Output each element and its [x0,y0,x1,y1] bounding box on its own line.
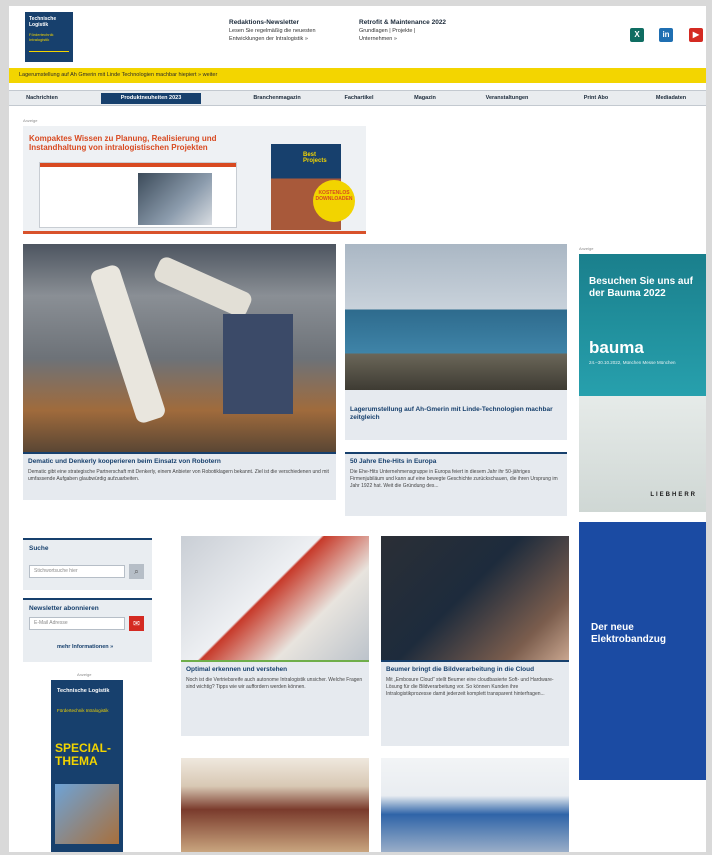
site-logo[interactable]: Technische Logistik Fördertechnik Intral… [25,12,73,62]
tablet-image[interactable] [381,536,569,660]
nav-item-branchenmagazin[interactable]: Branchenmagazin [237,93,317,104]
elektrobandzug-ad-title: Der neue Elektrobandzug [591,622,667,645]
article-headline[interactable]: Lagerumstellung auf Ah-Gmerin mit Linde-… [350,406,562,422]
elektrobandzug-ad[interactable]: Der neue Elektrobandzug [579,522,706,780]
main-nav: Nachrichten Produktneuheiten 2023 Branch… [9,90,706,106]
search-title: Suche [29,545,49,552]
search-input[interactable]: Stichwortsuche hier [29,565,125,578]
bauma-ad[interactable]: Besuchen Sie uns auf der Bauma 2022 baum… [579,254,706,512]
nav-item-print-abo[interactable]: Print Abo [571,93,621,104]
liebherr-logo: LIEBHERR [650,492,697,498]
article-robot-caption: Dematic und Denkerly kooperieren beim Ei… [23,452,336,500]
article-gears[interactable] [381,758,569,852]
nav-item-fachartikel[interactable]: Fachartikel [329,93,389,104]
article-brochure-caption: Optimal erkennen und verstehen Noch ist … [181,660,369,736]
maintenance-teaser-title[interactable]: Retrofit & Maintenance 2022 [359,19,446,27]
nav-item-magazin[interactable]: Magazin [395,93,455,104]
newsletter-teaser-line1: Lesen Sie regelmäßig die neuesten [229,28,316,34]
bauma-ad-title: Besuchen Sie uns auf der Bauma 2022 [589,276,693,299]
article-robot[interactable]: Dematic und Denkerly kooperieren beim Ei… [23,244,336,500]
article-crowd[interactable] [181,758,369,852]
search-widget: Suche Stichwortsuche hier ⌕ [23,538,152,590]
brochure-image[interactable] [181,536,369,660]
article-tablet[interactable]: Beumer bringt die Bildverarbeitung in di… [381,536,569,746]
document-photo [138,173,212,225]
download-burst[interactable]: KOSTENLOS DOWNLOADEN [313,180,355,222]
article-teaser: Noch ist die Vertriebsreife auch autonom… [186,677,363,690]
article-headline[interactable]: Beumer bringt die Bildverarbeitung in di… [386,666,564,674]
document-header-bar [40,163,236,167]
xing-icon[interactable]: X [630,28,644,42]
nav-item-mediadaten[interactable]: Mediadaten [641,93,701,104]
yard-image[interactable] [345,244,567,390]
storage-rack [223,314,293,414]
newsletter-teaser-title[interactable]: Redaktions-Newsletter [229,19,316,27]
submit-icon[interactable]: ✉ [129,616,144,631]
newsletter-title: Newsletter abonnieren [29,605,99,612]
more-info-link[interactable]: mehr Informationen » [57,644,113,650]
special-thema-image [55,784,119,844]
ad-label: Anzeige [23,118,38,123]
logo-title: Technische Logistik [29,16,57,28]
maintenance-teaser-line2[interactable]: Unternehmen » [359,35,446,43]
special-logo-subtitle: Fördertechnik Intralogistik [57,708,109,713]
article-teaser: Dematic gibt eine strategische Partnersc… [28,469,329,482]
logo-stripe [29,51,69,52]
article-teaser: Mit „Embosure Cloud“ stellt Beumer eine … [386,677,554,697]
maintenance-teaser[interactable]: Retrofit & Maintenance 2022 Grundlagen |… [359,19,446,43]
newsletter-widget: Newsletter abonnieren E-Mail Adresse ✉ m… [23,598,152,662]
ad-label: Anzeige [579,246,594,251]
site-header: Technische Logistik Fördertechnik Intral… [9,6,706,68]
nav-item-veranstaltungen[interactable]: Veranstaltungen [467,93,547,104]
robot-image[interactable] [23,244,336,452]
nav-item-nachrichten[interactable]: Nachrichten [17,93,67,104]
bauma-logo: bauma [589,338,644,357]
special-thema-ad[interactable]: Technische Logistik Fördertechnik Intral… [51,680,123,852]
book-title: Best Projects [303,152,327,164]
article-yard-caption: Lagerumstellung auf Ah-Gmerin mit Linde-… [345,390,567,440]
special-thema-title: SPECIAL-THEMA [55,741,112,768]
special-logo-title: Technische Logistik [57,688,110,694]
gears-image[interactable] [381,758,569,852]
newsletter-teaser-line2[interactable]: Entwicklungen der Intralogistik » [229,35,316,43]
article-headline[interactable]: Optimal erkennen und verstehen [186,666,364,674]
article-headline[interactable]: Dematic und Denkerly kooperieren beim Ei… [28,458,331,466]
logo-subtitle: Fördertechnik Intralogistik [29,32,54,42]
article-yard[interactable]: Lagerumstellung auf Ah-Gmerin mit Linde-… [345,244,567,440]
email-field[interactable]: E-Mail Adresse [29,617,125,630]
banner-document-preview [39,162,237,228]
robot-arm-upper [152,254,254,320]
article-teaser: Die Ehe-Hits Unternehmensgruppe in Europ… [350,469,558,489]
article-europe[interactable]: 50 Jahre Ehe-Hits in Europa Die Ehe-Hits… [345,452,567,516]
bauma-dates: 24.–30.10.2022, München Messe München [589,360,676,365]
ad-label: Anzeige [77,672,92,677]
banner-ad[interactable]: Kompaktes Wissen zu Planung, Realisierun… [23,126,366,234]
article-tablet-caption: Beumer bringt die Bildverarbeitung in di… [381,660,569,746]
crowd-image[interactable] [181,758,369,852]
article-headline[interactable]: 50 Jahre Ehe-Hits in Europa [350,458,562,466]
newsletter-teaser[interactable]: Redaktions-Newsletter Lesen Sie regelmäß… [229,19,316,43]
banner-title: Kompaktes Wissen zu Planung, Realisierun… [29,134,217,152]
article-europe-caption: 50 Jahre Ehe-Hits in Europa Die Ehe-Hits… [345,452,567,516]
maintenance-teaser-line1: Grundlagen | Projekte | [359,28,416,34]
article-brochure[interactable]: Optimal erkennen und verstehen Noch ist … [181,536,369,736]
news-ticker[interactable]: Lagerumstellung auf Ah Gmerin mit Linde … [9,68,706,83]
page: Technische Logistik Fördertechnik Intral… [9,6,706,852]
search-icon[interactable]: ⌕ [129,564,144,579]
nav-item-produktneuheiten[interactable]: Produktneuheiten 2023 [101,93,201,104]
youtube-icon[interactable]: ▶ [689,28,703,42]
robot-arm [89,263,167,425]
linkedin-icon[interactable]: in [659,28,673,42]
